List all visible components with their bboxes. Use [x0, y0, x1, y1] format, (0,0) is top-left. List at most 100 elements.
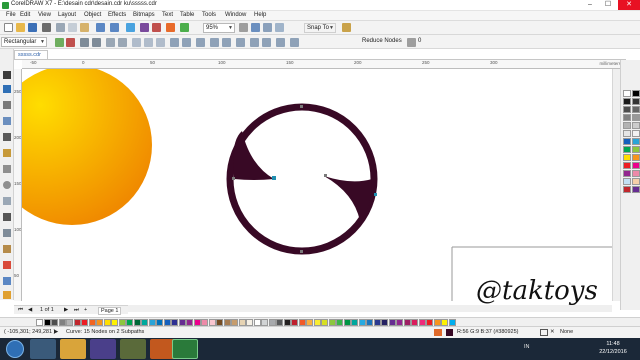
palette-swatch[interactable]: [426, 319, 433, 326]
palette-swatch[interactable]: [433, 319, 441, 326]
palette-swatch[interactable]: [418, 319, 426, 326]
palette-swatch[interactable]: [313, 319, 321, 326]
menu-tools[interactable]: Tools: [202, 12, 216, 18]
save-icon[interactable]: [28, 23, 37, 32]
menu-edit[interactable]: Edit: [20, 12, 30, 18]
reduce-nodes-button[interactable]: Reduce Nodes: [362, 38, 402, 44]
show-guidelines-icon[interactable]: [275, 23, 284, 32]
fill-color-swatch[interactable]: [446, 329, 453, 336]
palette-swatch[interactable]: [36, 319, 43, 326]
palette-swatch[interactable]: [632, 122, 640, 129]
palette-swatch[interactable]: [351, 319, 358, 326]
join-nodes-icon[interactable]: [80, 38, 89, 47]
palette-swatch[interactable]: [201, 319, 208, 326]
palette-swatch[interactable]: [276, 319, 283, 326]
vertical-scrollbar[interactable]: [612, 69, 620, 301]
palette-swatch[interactable]: [381, 319, 388, 326]
close-button[interactable]: ✕: [618, 0, 640, 10]
palette-swatch[interactable]: [306, 319, 313, 326]
rectangle-tool-icon[interactable]: [3, 165, 11, 173]
select-all-nodes-icon[interactable]: [290, 38, 299, 47]
palette-swatch[interactable]: [388, 319, 396, 326]
rotate-nodes-icon[interactable]: [222, 38, 231, 47]
break-curve-icon[interactable]: [92, 38, 101, 47]
palette-swatch[interactable]: [43, 319, 51, 326]
text-tool-icon[interactable]: [3, 213, 11, 221]
undo-icon[interactable]: [96, 23, 105, 32]
palette-swatch[interactable]: [73, 319, 81, 326]
align-nodes-icon[interactable]: [236, 38, 245, 47]
palette-swatch[interactable]: [623, 154, 631, 161]
palette-swatch[interactable]: [632, 98, 640, 105]
menu-layout[interactable]: Layout: [58, 12, 76, 18]
palette-swatch[interactable]: [623, 178, 631, 185]
open-folder-icon[interactable]: [16, 23, 25, 32]
palette-swatch[interactable]: [632, 114, 640, 121]
palette-swatch[interactable]: [58, 319, 66, 326]
palette-swatch[interactable]: [623, 130, 631, 137]
eyedropper-tool-icon[interactable]: [3, 277, 11, 285]
show-grid-icon[interactable]: [263, 23, 272, 32]
smooth-node-icon[interactable]: [144, 38, 153, 47]
publish-pdf-icon[interactable]: [166, 23, 175, 32]
palette-swatch[interactable]: [133, 319, 141, 326]
palette-swatch[interactable]: [51, 319, 58, 326]
palette-swatch[interactable]: [223, 319, 231, 326]
artistic-media-tool-icon[interactable]: [3, 149, 11, 157]
palette-swatch[interactable]: [632, 138, 640, 145]
palette-swatch[interactable]: [343, 319, 351, 326]
selected-curve-shape[interactable]: [226, 103, 378, 255]
menu-object[interactable]: Object: [84, 12, 101, 18]
shape-tool-icon[interactable]: [3, 85, 11, 93]
palette-swatch[interactable]: [148, 319, 156, 326]
full-screen-preview-icon[interactable]: [239, 23, 248, 32]
new-document-icon[interactable]: [4, 23, 13, 32]
last-page-icon[interactable]: ⏭: [74, 307, 79, 314]
chrome-icon[interactable]: [120, 339, 146, 359]
palette-swatch[interactable]: [81, 319, 88, 326]
palette-swatch[interactable]: [632, 106, 640, 113]
interactive-fill-tool-icon[interactable]: [3, 261, 11, 269]
options-icon[interactable]: [342, 23, 351, 32]
palette-swatch[interactable]: [103, 319, 111, 326]
palette-swatch[interactable]: [253, 319, 261, 326]
palette-swatch[interactable]: [632, 90, 640, 97]
menu-bitmaps[interactable]: Bitmaps: [133, 12, 155, 18]
cusp-node-icon[interactable]: [132, 38, 141, 47]
palette-swatch[interactable]: [448, 319, 456, 326]
symmetrical-node-icon[interactable]: [156, 38, 165, 47]
reflect-horizontal-icon[interactable]: [250, 38, 259, 47]
palette-swatch[interactable]: [178, 319, 186, 326]
copy-icon[interactable]: [68, 23, 77, 32]
paste-icon[interactable]: [80, 23, 89, 32]
menu-window[interactable]: Window: [225, 12, 246, 18]
smart-fill-tool-icon[interactable]: [3, 291, 11, 299]
extract-subpath-icon[interactable]: [196, 38, 205, 47]
stretch-nodes-icon[interactable]: [210, 38, 219, 47]
palette-swatch[interactable]: [441, 319, 448, 326]
palette-swatch[interactable]: [632, 178, 640, 185]
menu-file[interactable]: File: [6, 12, 16, 18]
palette-swatch[interactable]: [111, 319, 118, 326]
internet-explorer-icon[interactable]: [30, 339, 56, 359]
palette-swatch[interactable]: [623, 170, 631, 177]
convert-to-line-icon[interactable]: [106, 38, 115, 47]
palette-swatch[interactable]: [623, 122, 631, 129]
palette-swatch[interactable]: [632, 154, 640, 161]
delete-node-icon[interactable]: [66, 38, 75, 47]
palette-swatch[interactable]: [623, 114, 631, 121]
extend-curve-icon[interactable]: [182, 38, 191, 47]
palette-swatch[interactable]: [268, 319, 276, 326]
first-page-icon[interactable]: ⏮: [18, 307, 23, 314]
horizontal-ruler[interactable]: -50 0 50 100 150 200 250 300 millimeters: [22, 60, 622, 69]
palette-swatch[interactable]: [193, 319, 201, 326]
reverse-direction-icon[interactable]: [170, 38, 179, 47]
orange-sphere[interactable]: [22, 69, 152, 225]
palette-swatch[interactable]: [156, 319, 163, 326]
palette-swatch[interactable]: [118, 319, 126, 326]
palette-swatch[interactable]: [403, 319, 411, 326]
palette-swatch[interactable]: [336, 319, 343, 326]
menu-view[interactable]: View: [38, 12, 51, 18]
print-icon[interactable]: [42, 23, 51, 32]
ellipse-tool-icon[interactable]: [3, 181, 11, 189]
